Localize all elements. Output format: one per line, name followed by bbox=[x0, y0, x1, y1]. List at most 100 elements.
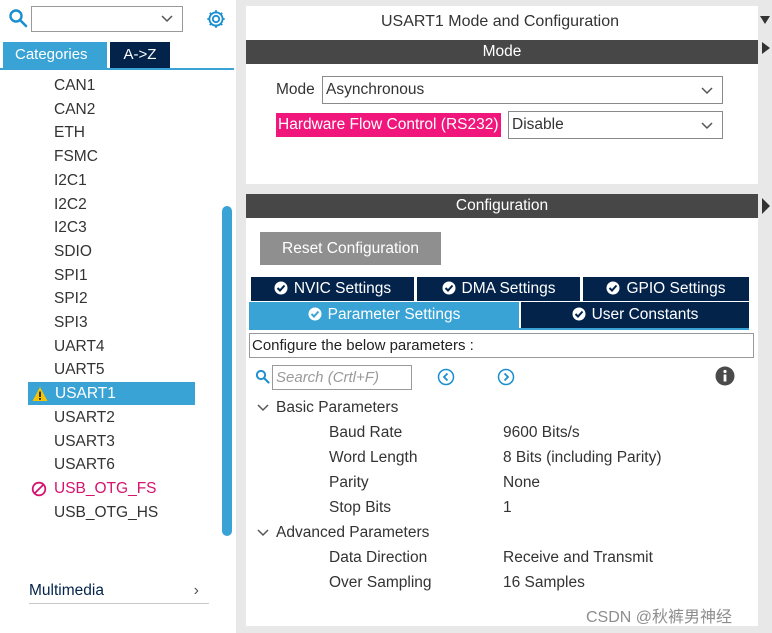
parameter-row[interactable]: Word Length 8 Bits (including Parity) bbox=[246, 446, 746, 470]
warning-icon bbox=[32, 387, 48, 402]
parameter-name: Over Sampling bbox=[329, 574, 432, 591]
tab-gpio-settings[interactable]: GPIO Settings bbox=[583, 277, 749, 301]
peripheral-item[interactable]: SPI2 bbox=[0, 287, 210, 310]
tab-underline bbox=[249, 328, 749, 330]
parameter-row[interactable]: Over Sampling 16 Samples bbox=[246, 571, 746, 595]
tab-a-to-z[interactable]: A->Z bbox=[110, 42, 170, 68]
peripheral-item[interactable]: SDIO bbox=[0, 240, 210, 263]
parameter-name: Stop Bits bbox=[329, 499, 392, 516]
mode-select[interactable]: Asynchronous bbox=[322, 76, 723, 104]
check-circle-icon bbox=[274, 281, 288, 295]
peripheral-item[interactable]: SPI3 bbox=[0, 311, 210, 334]
chevron-down-icon bbox=[161, 15, 173, 23]
parameter-row[interactable]: Baud Rate 9600 Bits/s bbox=[246, 421, 746, 445]
peripheral-item[interactable]: UART5 bbox=[0, 358, 210, 381]
expand-arrow-icon[interactable] bbox=[760, 198, 770, 214]
tab-parameter-settings[interactable]: Parameter Settings bbox=[249, 302, 519, 328]
peripheral-label: CAN2 bbox=[54, 100, 96, 118]
hardware-flow-control-value: Disable bbox=[512, 116, 564, 133]
parameter-value[interactable]: 9600 Bits/s bbox=[503, 421, 580, 445]
peripheral-item[interactable]: SPI1 bbox=[0, 264, 210, 287]
peripheral-item[interactable]: I2C3 bbox=[0, 216, 210, 239]
peripheral-label: USART3 bbox=[54, 432, 115, 450]
tab-label: Parameter Settings bbox=[327, 306, 461, 323]
gear-icon[interactable] bbox=[205, 8, 227, 30]
peripheral-panel: Categories A->Z CAN1 CAN2 ETH FSMC I2C1 I2C2 I… bbox=[0, 0, 236, 633]
window-edge bbox=[758, 0, 772, 633]
parameter-value[interactable]: None bbox=[503, 471, 540, 495]
tab-underline bbox=[0, 68, 234, 70]
parameter-value[interactable]: Receive and Transmit bbox=[503, 546, 653, 570]
configuration-panel: Configuration Reset Configuration NVIC S… bbox=[246, 194, 758, 626]
peripheral-label: ETH bbox=[54, 124, 85, 142]
parameter-name: Data Direction bbox=[329, 549, 428, 566]
chevron-down-icon bbox=[257, 529, 269, 537]
parameter-name: Baud Rate bbox=[329, 424, 403, 441]
peripheral-label: USART1 bbox=[55, 385, 116, 403]
peripheral-item[interactable]: USART2 bbox=[0, 406, 210, 429]
peripheral-item[interactable]: UART4 bbox=[0, 335, 210, 358]
mode-label: Mode bbox=[276, 81, 315, 98]
peripheral-label: I2C1 bbox=[54, 171, 87, 189]
chevron-down-icon bbox=[701, 122, 713, 130]
collapse-arrow-icon[interactable] bbox=[760, 16, 770, 56]
reset-configuration-button[interactable]: Reset Configuration bbox=[260, 232, 441, 265]
tab-nvic-settings[interactable]: NVIC Settings bbox=[251, 277, 414, 301]
peripheral-item[interactable]: I2C1 bbox=[0, 169, 210, 192]
peripheral-label: UART4 bbox=[54, 337, 105, 355]
tab-label: NVIC Settings bbox=[293, 280, 392, 297]
peripheral-item[interactable]: USART1 bbox=[28, 382, 195, 406]
peripheral-label: USB_OTG_HS bbox=[54, 503, 159, 521]
peripheral-item[interactable]: USART6 bbox=[0, 453, 210, 476]
disabled-icon bbox=[31, 481, 47, 497]
peripheral-label: CAN1 bbox=[54, 77, 96, 94]
parameter-row[interactable]: Parity None bbox=[246, 471, 746, 495]
peripheral-item[interactable]: USART3 bbox=[0, 430, 210, 453]
tab-label: GPIO Settings bbox=[626, 280, 726, 297]
check-circle-icon bbox=[572, 307, 586, 321]
parameter-value[interactable]: 8 Bits (including Parity) bbox=[503, 446, 662, 470]
check-circle-icon bbox=[308, 307, 322, 321]
peripheral-label: SDIO bbox=[54, 242, 92, 260]
hardware-flow-control-select[interactable]: Disable bbox=[508, 111, 723, 139]
group-label: Basic Parameters bbox=[276, 399, 399, 416]
parameter-search-input[interactable]: Search (Crtl+F) bbox=[272, 365, 412, 390]
peripheral-item[interactable]: ETH bbox=[0, 121, 210, 144]
configuration-section-header: Configuration bbox=[246, 194, 758, 218]
peripheral-item[interactable]: CAN2 bbox=[0, 98, 210, 121]
peripheral-item[interactable]: CAN1 bbox=[0, 74, 210, 97]
parameter-name: Parity bbox=[329, 474, 369, 491]
previous-match-icon[interactable] bbox=[437, 368, 455, 386]
hardware-flow-control-label: Hardware Flow Control (RS232) bbox=[276, 113, 501, 137]
category-label: Multimedia bbox=[29, 582, 104, 599]
peripheral-item[interactable]: I2C2 bbox=[0, 193, 210, 216]
tab-dma-settings[interactable]: DMA Settings bbox=[417, 277, 580, 301]
peripheral-search-combo[interactable] bbox=[31, 6, 183, 32]
search-icon[interactable] bbox=[8, 8, 28, 28]
search-icon[interactable] bbox=[255, 369, 270, 384]
info-icon[interactable] bbox=[715, 366, 735, 386]
tab-user-constants[interactable]: User Constants bbox=[521, 302, 749, 328]
peripheral-item[interactable]: FSMC bbox=[0, 145, 210, 168]
mode-select-value: Asynchronous bbox=[326, 81, 425, 98]
parameter-value[interactable]: 1 bbox=[503, 496, 512, 520]
parameter-row[interactable]: Data Direction Receive and Transmit bbox=[246, 546, 746, 570]
peripheral-item[interactable]: USB_OTG_FS bbox=[0, 477, 210, 500]
peripheral-label: I2C2 bbox=[54, 195, 87, 213]
scrollbar[interactable] bbox=[222, 206, 232, 536]
category-multimedia[interactable]: Multimedia › bbox=[29, 578, 209, 604]
peripheral-label: USART6 bbox=[54, 456, 115, 474]
page-title: USART1 Mode and Configuration bbox=[380, 13, 620, 30]
parameter-value[interactable]: 16 Samples bbox=[503, 571, 585, 595]
chevron-right-icon: › bbox=[193, 582, 199, 599]
peripheral-label: SPI2 bbox=[54, 290, 88, 308]
parameter-name: Word Length bbox=[329, 449, 418, 466]
peripheral-item[interactable]: USB_OTG_HS bbox=[0, 501, 210, 524]
parameter-row[interactable]: Stop Bits 1 bbox=[246, 496, 746, 520]
next-match-icon[interactable] bbox=[497, 368, 515, 386]
chevron-down-icon bbox=[257, 404, 269, 412]
peripheral-label: USART2 bbox=[54, 408, 115, 426]
peripheral-label: SPI1 bbox=[54, 266, 88, 284]
tab-categories[interactable]: Categories bbox=[3, 42, 107, 68]
watermark: CSDN @秋裤男神经 bbox=[586, 609, 733, 626]
